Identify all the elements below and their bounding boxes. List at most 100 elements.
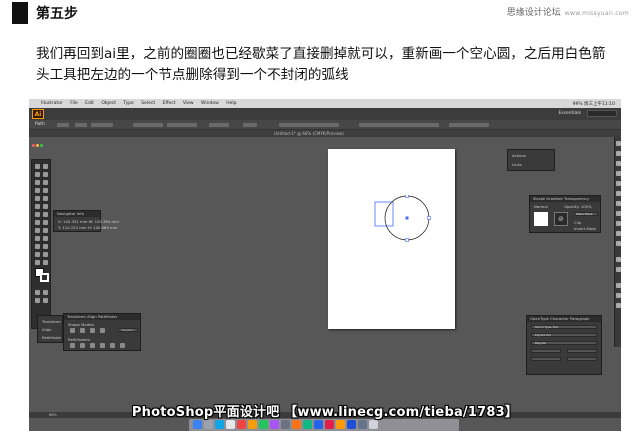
- symbol-sprayer-icon[interactable]: [35, 244, 40, 249]
- zoom-tool-icon[interactable]: [43, 260, 48, 265]
- crop-icon[interactable]: [100, 343, 105, 348]
- actions-item[interactable]: Actions: [512, 153, 526, 158]
- anchor-point[interactable]: [427, 216, 431, 220]
- ellipse-tool-icon[interactable]: [43, 188, 48, 193]
- menu-item[interactable]: Illustrator: [41, 101, 63, 106]
- workspace-switcher[interactable]: Essentials: [558, 111, 581, 116]
- intersect-icon[interactable]: [90, 328, 95, 333]
- blend-tool-icon[interactable]: [43, 236, 48, 241]
- hand-tool-icon[interactable]: [35, 260, 40, 265]
- menu-item[interactable]: Type: [123, 101, 133, 106]
- scale-tool-icon[interactable]: [43, 204, 48, 209]
- selection-tool-icon[interactable]: [35, 164, 40, 169]
- outline-icon[interactable]: [110, 343, 115, 348]
- close-icon[interactable]: [32, 144, 35, 147]
- brushes-panel-icon[interactable]: [616, 161, 621, 166]
- merge-icon[interactable]: [90, 343, 95, 348]
- document-tab[interactable]: Untitled-1* @ 66% (CMYK/Preview): [274, 131, 344, 136]
- minus-front-icon[interactable]: [80, 328, 85, 333]
- anchor-point[interactable]: [405, 195, 409, 198]
- firefox-icon[interactable]: [292, 420, 301, 429]
- color-mode-icon[interactable]: [35, 290, 40, 295]
- make-mask-button[interactable]: Make Mask: [574, 212, 598, 216]
- gradient-tool-icon[interactable]: [43, 228, 48, 233]
- stack-item[interactable]: Align: [42, 327, 52, 332]
- magic-wand-icon[interactable]: [35, 172, 40, 177]
- stroke-control[interactable]: [75, 123, 87, 127]
- transparency-tabs[interactable]: Stroke Gradient Transparency: [530, 196, 600, 202]
- perspective-icon[interactable]: [43, 220, 48, 225]
- width-tool-icon[interactable]: [35, 212, 40, 217]
- blend-mode-select[interactable]: Normal: [534, 204, 548, 209]
- stroke-weight-control[interactable]: [91, 123, 113, 127]
- transform-control[interactable]: [279, 123, 339, 127]
- menu-item[interactable]: View: [183, 101, 194, 106]
- anchor-point[interactable]: [405, 238, 409, 242]
- gradient-mode-icon[interactable]: [43, 290, 48, 295]
- stack-item[interactable]: Transform: [42, 319, 61, 324]
- artboard-tool-icon[interactable]: [35, 252, 40, 257]
- safari-icon[interactable]: [215, 420, 224, 429]
- direct-selection-tool-icon[interactable]: [43, 164, 48, 169]
- links-item[interactable]: Links: [512, 162, 522, 167]
- menu-item[interactable]: Help: [226, 101, 236, 106]
- shape-builder-icon[interactable]: [35, 220, 40, 225]
- finder-icon[interactable]: [193, 420, 202, 429]
- system-preferences-icon[interactable]: [281, 420, 290, 429]
- exclude-icon[interactable]: [100, 328, 105, 333]
- align-control[interactable]: [359, 123, 439, 127]
- photoshop-icon[interactable]: [347, 420, 356, 429]
- menu-item[interactable]: Window: [201, 101, 219, 106]
- character-tabs[interactable]: OpenType Character Paragraph: [527, 316, 601, 322]
- transparency-panel-icon[interactable]: [616, 201, 621, 206]
- menu-item[interactable]: File: [70, 101, 78, 106]
- invert-mask-checkbox[interactable]: Invert Mask: [574, 226, 596, 231]
- free-transform-icon[interactable]: [43, 212, 48, 217]
- font-family-select[interactable]: Myriad Pro: [531, 333, 597, 337]
- eyedropper-icon[interactable]: [35, 236, 40, 241]
- align-panel-icon[interactable]: [616, 257, 621, 262]
- pencil-icon[interactable]: [43, 196, 48, 201]
- color-panel-icon[interactable]: [616, 141, 621, 146]
- graphic-styles-icon[interactable]: [616, 221, 621, 226]
- opacity-field[interactable]: Opacity: 100%: [564, 204, 592, 209]
- lasso-icon[interactable]: [43, 172, 48, 177]
- divide-icon[interactable]: [70, 343, 75, 348]
- illustrator-icon[interactable]: [336, 420, 345, 429]
- minimize-icon[interactable]: [36, 144, 39, 147]
- slice-tool-icon[interactable]: [43, 252, 48, 257]
- open-arc-path[interactable]: [369, 195, 439, 255]
- tracking-field[interactable]: [567, 357, 597, 361]
- qq-icon[interactable]: [314, 420, 323, 429]
- maximize-icon[interactable]: [40, 144, 43, 147]
- swatches-panel-icon[interactable]: [616, 151, 621, 156]
- minus-back-icon[interactable]: [120, 343, 125, 348]
- layers-panel-icon[interactable]: [616, 231, 621, 236]
- menu-item[interactable]: Object: [101, 101, 116, 106]
- trim-icon[interactable]: [80, 343, 85, 348]
- graph-tool-icon[interactable]: [43, 244, 48, 249]
- style-control[interactable]: [243, 123, 257, 127]
- itunes-icon[interactable]: [270, 420, 279, 429]
- font-style-select[interactable]: Regular: [531, 341, 597, 345]
- terminal-icon[interactable]: [358, 420, 367, 429]
- stack-item[interactable]: Pathfinder: [42, 335, 61, 340]
- paragraph-panel-icon[interactable]: [616, 293, 621, 298]
- messages-icon[interactable]: [259, 420, 268, 429]
- menu-item[interactable]: Select: [141, 101, 155, 106]
- leading-field[interactable]: [567, 349, 597, 353]
- app-store-icon[interactable]: [303, 420, 312, 429]
- font-size-field[interactable]: [531, 349, 561, 353]
- variable-width-control[interactable]: [133, 123, 163, 127]
- menu-item[interactable]: Edit: [85, 101, 94, 106]
- position-control[interactable]: [449, 123, 489, 127]
- pathfinder-panel-icon[interactable]: [616, 267, 621, 272]
- symbols-panel-icon[interactable]: [616, 171, 621, 176]
- line-tool-icon[interactable]: [35, 188, 40, 193]
- touch-type-button[interactable]: Touch Type Tool: [531, 325, 597, 329]
- notes-icon[interactable]: [248, 420, 257, 429]
- expand-button[interactable]: Expand: [118, 328, 138, 332]
- mesh-tool-icon[interactable]: [35, 228, 40, 233]
- trash-icon[interactable]: [369, 420, 378, 429]
- launchpad-icon[interactable]: [204, 420, 213, 429]
